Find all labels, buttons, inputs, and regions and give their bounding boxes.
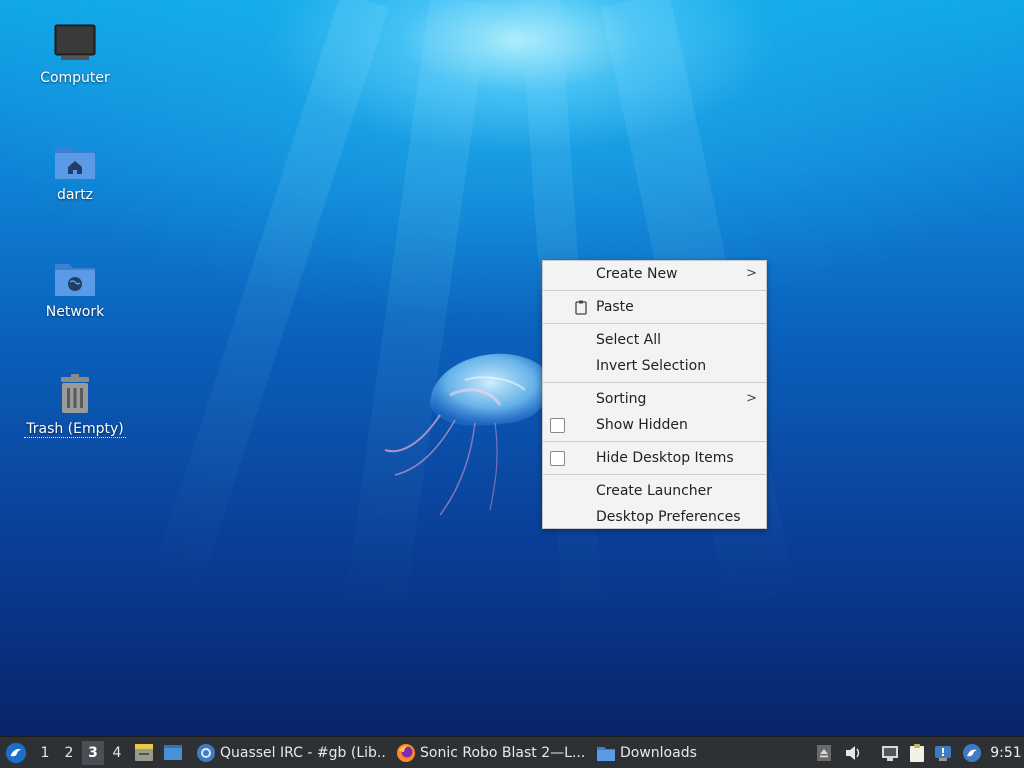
desktop-icon-label: Trash (Empty)	[24, 421, 126, 438]
menu-separator	[543, 474, 766, 475]
start-menu-icon[interactable]	[5, 742, 27, 764]
task-label: Quassel IRC - #gb (Lib...	[220, 745, 386, 761]
menu-item-label: Desktop Preferences	[596, 509, 741, 525]
eject-icon[interactable]	[814, 743, 834, 763]
taskbar-task-firefox[interactable]: Sonic Robo Blast 2—L...	[394, 739, 588, 767]
desktop-icon-label: dartz	[56, 187, 94, 203]
desktop[interactable]: Computer dartz Network Trash (Empty) Cre…	[0, 0, 1024, 736]
hide-desktop-items-checkbox[interactable]	[550, 451, 565, 466]
clipboard-icon	[575, 300, 587, 315]
desktop-icon-dartz[interactable]: dartz	[20, 139, 130, 203]
folder-icon	[597, 747, 615, 761]
taskbar-task-quassel[interactable]: Quassel IRC - #gb (Lib...	[194, 739, 386, 767]
menu-item-hide-desktop-items[interactable]: Hide Desktop Items	[543, 445, 766, 471]
menu-item-label: Select All	[596, 332, 661, 348]
menu-item-label: Hide Desktop Items	[596, 450, 734, 466]
task-label: Downloads	[620, 745, 697, 761]
menu-item-invert-selection[interactable]: Invert Selection	[543, 353, 766, 379]
menu-separator	[543, 441, 766, 442]
menu-item-show-hidden[interactable]: Show Hidden	[543, 412, 766, 438]
file-manager-launcher-icon[interactable]	[134, 743, 154, 763]
menu-separator	[543, 290, 766, 291]
update-notifier-icon[interactable]	[933, 743, 953, 763]
menu-item-label: Invert Selection	[596, 358, 707, 374]
taskbar: 1 2 3 4 Quassel IRC - #gb (Lib... Sonic …	[0, 736, 1024, 768]
network-icon[interactable]	[880, 743, 900, 763]
desktop-icon-computer[interactable]: Computer	[20, 22, 130, 86]
menu-item-desktop-preferences[interactable]: Desktop Preferences	[543, 504, 766, 530]
show-hidden-checkbox[interactable]	[550, 418, 565, 433]
network-folder-icon	[55, 264, 95, 296]
light-ray	[149, 0, 389, 598]
menu-item-sorting[interactable]: Sorting >	[543, 386, 766, 412]
volume-icon[interactable]	[843, 743, 863, 763]
menu-item-select-all[interactable]: Select All	[543, 327, 766, 353]
menu-item-label: Create New	[596, 266, 678, 282]
computer-icon	[54, 24, 96, 60]
taskbar-task-downloads[interactable]: Downloads	[594, 739, 704, 767]
clipboard-manager-icon[interactable]	[907, 743, 927, 763]
workspace-1[interactable]: 1	[34, 741, 56, 765]
menu-item-paste[interactable]: Paste	[543, 294, 766, 320]
menu-item-create-new[interactable]: Create New >	[543, 261, 766, 287]
home-folder-icon	[55, 147, 95, 179]
chevron-right-icon: >	[746, 266, 757, 281]
task-label: Sonic Robo Blast 2—L...	[420, 745, 586, 761]
show-desktop-icon[interactable]	[163, 743, 183, 763]
firefox-icon	[397, 744, 415, 762]
chevron-right-icon: >	[746, 391, 757, 406]
workspace-2[interactable]: 2	[58, 741, 80, 765]
clock[interactable]: 9:51	[990, 737, 1022, 768]
menu-item-label: Sorting	[596, 391, 647, 407]
menu-separator	[543, 382, 766, 383]
desktop-icon-trash[interactable]: Trash (Empty)	[20, 373, 130, 438]
menu-item-label: Paste	[596, 299, 634, 315]
desktop-icon-network[interactable]: Network	[20, 256, 130, 320]
menu-item-label: Create Launcher	[596, 483, 713, 499]
desktop-icon-label: Computer	[40, 70, 110, 86]
trash-icon	[61, 374, 89, 413]
menu-separator	[543, 323, 766, 324]
user-session-icon[interactable]	[962, 743, 982, 763]
menu-item-label: Show Hidden	[596, 417, 688, 433]
workspace-4[interactable]: 4	[106, 741, 128, 765]
menu-item-create-launcher[interactable]: Create Launcher	[543, 478, 766, 504]
desktop-context-menu: Create New > Paste Select All Invert Sel…	[542, 260, 767, 529]
workspace-3[interactable]: 3	[82, 741, 104, 765]
desktop-icon-label: Network	[45, 304, 105, 320]
quassel-icon	[197, 744, 215, 762]
